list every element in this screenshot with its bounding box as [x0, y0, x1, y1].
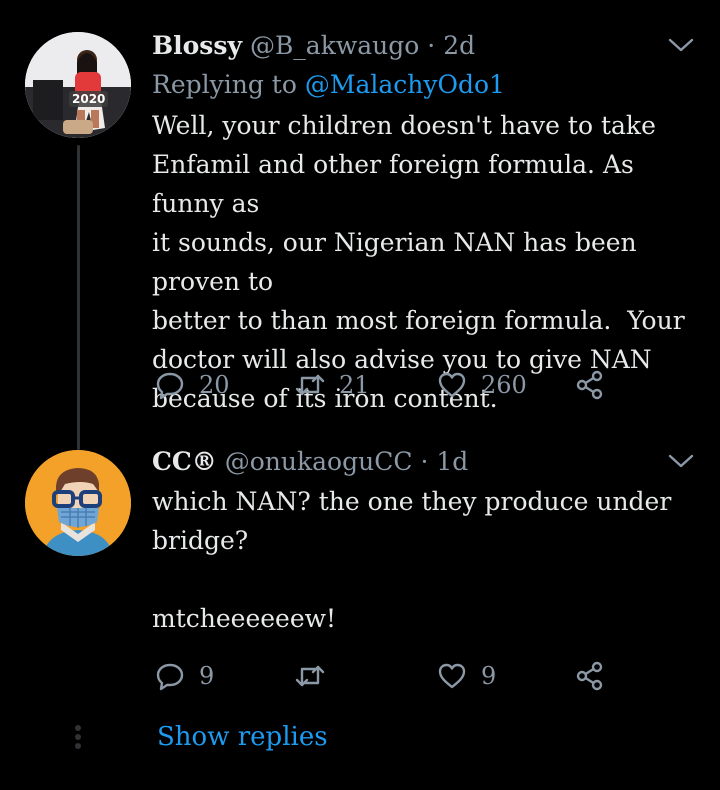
- separator-dot: ·: [420, 447, 429, 476]
- retweet-button[interactable]: 21: [295, 365, 370, 405]
- reply-icon: [156, 372, 184, 400]
- heart-icon: [438, 663, 466, 689]
- replying-to-label: Replying to: [152, 70, 297, 99]
- reply-count: 20: [199, 371, 230, 399]
- avatar-badge: 2020: [69, 91, 109, 107]
- show-replies-link[interactable]: Show replies: [157, 722, 328, 752]
- tweet-header: CC® @onukaoguCC · 1d: [152, 446, 700, 478]
- heart-icon: [438, 372, 466, 398]
- share-icon: [576, 370, 603, 400]
- retweet-count: 21: [339, 371, 370, 399]
- timestamp[interactable]: 2d: [443, 31, 475, 60]
- reply-icon: [156, 663, 184, 691]
- share-icon: [576, 661, 603, 691]
- like-count: 9: [481, 662, 497, 690]
- tweet-header: Blossy @B_akwaugo · 2d: [152, 30, 700, 62]
- tweet-actions: 9 9: [155, 656, 615, 696]
- like-count: 260: [481, 371, 527, 399]
- like-button[interactable]: 260: [437, 365, 527, 405]
- reply-count: 9: [199, 662, 215, 690]
- retweet-icon: [295, 374, 325, 396]
- reply-button[interactable]: 9: [155, 656, 214, 696]
- chevron-down-icon[interactable]: [668, 37, 694, 53]
- share-button[interactable]: [575, 656, 605, 696]
- author-handle[interactable]: @B_akwaugo: [250, 31, 419, 60]
- share-button[interactable]: [575, 365, 605, 405]
- author-name[interactable]: Blossy: [152, 31, 242, 60]
- author-handle[interactable]: @onukaoguCC: [225, 447, 413, 476]
- timestamp[interactable]: 1d: [436, 447, 468, 476]
- tweet-actions: 20 21 260: [155, 365, 615, 405]
- avatar[interactable]: 2020: [25, 32, 131, 138]
- more-replies-dots-icon: [74, 725, 82, 752]
- author-name[interactable]: CC®: [152, 447, 217, 476]
- tweet-text: which NAN? the one they produce under br…: [152, 487, 672, 633]
- tweet[interactable]: 2020 Blossy @B_akwaugo · 2d Replying to …: [0, 0, 720, 430]
- retweet-icon: [295, 665, 325, 687]
- tweet[interactable]: CC® @onukaoguCC · 1d which NAN? the one …: [0, 430, 720, 710]
- like-button[interactable]: 9: [437, 656, 496, 696]
- avatar[interactable]: [25, 450, 131, 556]
- separator-dot: ·: [427, 31, 436, 60]
- retweet-button[interactable]: [295, 656, 339, 696]
- reply-button[interactable]: 20: [155, 365, 230, 405]
- chevron-down-icon[interactable]: [668, 453, 694, 469]
- replying-to: Replying to @MalachyOdo1: [152, 68, 700, 102]
- replying-to-mention[interactable]: @MalachyOdo1: [305, 70, 505, 99]
